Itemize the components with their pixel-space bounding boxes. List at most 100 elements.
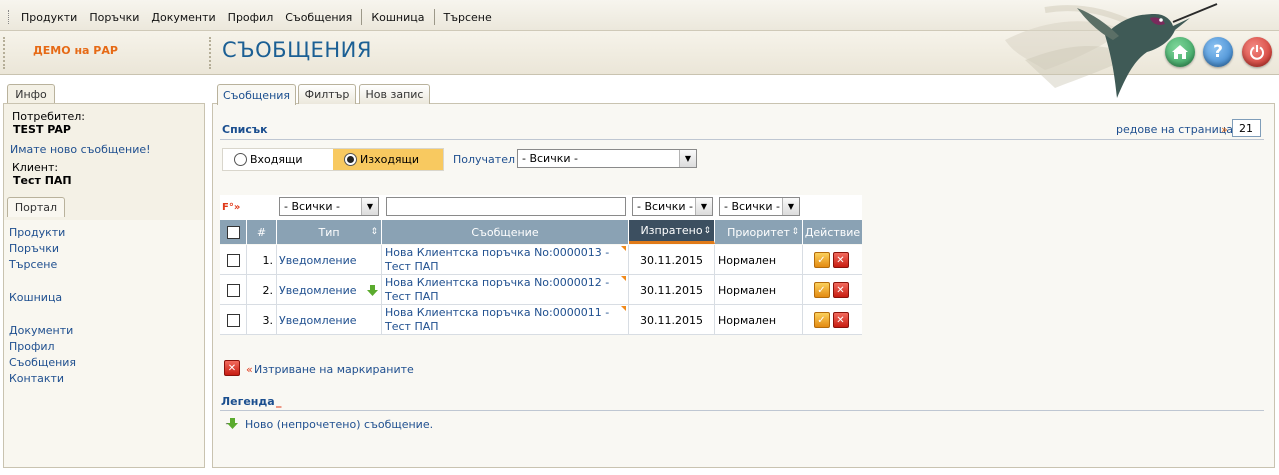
edit-icon[interactable]: ✓ [813, 282, 830, 298]
delete-icon[interactable]: ✕ [832, 282, 849, 298]
list-divider [220, 139, 1264, 140]
legend-title-suffix: _ [276, 395, 282, 408]
left-panel: Потребител: TEST PAP Имате ново съобщени… [3, 103, 205, 468]
new-message-link[interactable]: Имате ново съобщение! [10, 143, 151, 156]
home-button[interactable] [1165, 37, 1195, 67]
row-type: Уведомление [279, 253, 357, 267]
menu-item-search[interactable]: Търсене [438, 11, 498, 24]
portal-link-orders[interactable]: Поръчки [9, 242, 59, 255]
column-header-number: # [247, 220, 277, 244]
type-filter-select[interactable]: - Всички - ▼ [279, 197, 379, 216]
tab-messages[interactable]: Съобщения [217, 84, 296, 105]
recipient-select[interactable]: - Всички - ▼ [517, 149, 697, 168]
row-type-cell[interactable]: Уведомление [277, 245, 382, 275]
rows-per-page-label[interactable]: редове на страница [1116, 123, 1233, 136]
row-type-cell[interactable]: Уведомление [277, 305, 382, 335]
note-corner-icon [621, 276, 626, 281]
client-name: Тест ПАП [13, 174, 72, 187]
row-actions: ✓ ✕ [803, 245, 862, 275]
portal-link-search[interactable]: Търсене [9, 258, 57, 271]
menu-grip [8, 10, 11, 24]
sort-icon: ⇕ [370, 227, 378, 237]
row-message-cell[interactable]: Нова Клиентска поръчка No:0000013 - Тест… [382, 245, 629, 275]
priority-filter-select[interactable]: - Всички - ▼ [719, 197, 800, 216]
tab-filter[interactable]: Филтър [298, 84, 356, 104]
column-header-priority[interactable]: Приоритет ⇕ [715, 220, 803, 244]
column-header-action: Действие [803, 220, 862, 244]
row-type: Уведомление [279, 313, 357, 327]
column-header-sent[interactable]: Изпратено ⇕ [629, 220, 715, 244]
tab-new-record[interactable]: Нов запис [359, 84, 430, 104]
menu-item-cart[interactable]: Кошница [365, 11, 430, 24]
message-filter-input[interactable] [386, 197, 626, 216]
chevron-down-icon: ▼ [782, 198, 799, 215]
menu-item-profile[interactable]: Профил [222, 11, 280, 24]
column-header-message[interactable]: Съобщение [382, 220, 629, 244]
row-sent: 30.11.2015 [629, 245, 715, 275]
row-actions: ✓ ✕ [803, 275, 862, 305]
note-corner-icon [621, 246, 626, 251]
chevron-down-icon: ▼ [361, 198, 378, 215]
column-header-priority-label: Приоритет [727, 225, 790, 239]
row-message: Нова Клиентска поръчка No:0000012 - Тест… [385, 276, 610, 303]
portal-link-products[interactable]: Продукти [9, 226, 65, 239]
row-type-cell[interactable]: Уведомление [277, 275, 382, 305]
page-header: ДЕМО на РАР СЪОБЩЕНИЯ ? [0, 3, 1279, 98]
rows-per-page-input[interactable]: 21 [1232, 119, 1261, 137]
radio-incoming-dot [234, 153, 247, 166]
menu-item-orders[interactable]: Поръчки [83, 11, 145, 24]
row-checkbox[interactable] [226, 283, 240, 297]
help-button[interactable]: ? [1203, 37, 1233, 67]
type-filter-value: - Всички - [284, 200, 340, 213]
portal-link-messages[interactable]: Съобщения [9, 356, 76, 369]
row-number: 2. [247, 275, 277, 305]
delete-marked-arrows: « [246, 363, 253, 376]
menu-separator [433, 9, 435, 25]
row-message-cell[interactable]: Нова Клиентска поръчка No:0000012 - Тест… [382, 275, 629, 305]
tab-info[interactable]: Инфо [7, 84, 55, 104]
menu-item-products[interactable]: Продукти [15, 11, 83, 24]
column-header-type[interactable]: Тип ⇕ [277, 220, 382, 244]
sent-filter-select[interactable]: - Всички - ▼ [632, 197, 713, 216]
row-message-cell[interactable]: Нова Клиентска поръчка No:0000011 - Тест… [382, 305, 629, 335]
row-number: 1. [247, 245, 277, 275]
portal-link-profile[interactable]: Профил [9, 340, 55, 353]
menu-item-documents[interactable]: Документи [145, 11, 221, 24]
sent-filter-value: - Всички - [637, 200, 693, 213]
top-menu: Продукти Поръчки Документи Профил Съобще… [8, 9, 498, 25]
rows-per-page-arrows: » [1221, 123, 1228, 136]
radio-outgoing-dot [344, 153, 357, 166]
row-number: 3. [247, 305, 277, 335]
menu-item-messages[interactable]: Съобщения [279, 11, 358, 24]
portal-link-contacts[interactable]: Контакти [9, 372, 64, 385]
tab-portal[interactable]: Портал [7, 197, 65, 217]
help-icon: ? [1213, 42, 1223, 62]
portal-link-cart[interactable]: Кошница [9, 291, 62, 304]
row-type: Уведомление [279, 283, 357, 297]
radio-outgoing[interactable]: Изходящи [333, 149, 443, 170]
delete-icon[interactable]: ✕ [832, 312, 849, 328]
row-priority: Нормален [715, 245, 803, 275]
column-header-sent-label: Изпратено [640, 224, 703, 237]
portal-link-documents[interactable]: Документи [9, 324, 73, 337]
row-message: Нова Клиентска поръчка No:0000011 - Тест… [385, 306, 610, 333]
recipient-label: Получател [453, 153, 515, 166]
edit-icon[interactable]: ✓ [813, 312, 830, 328]
row-checkbox[interactable] [226, 253, 240, 267]
radio-incoming-label: Входящи [250, 153, 303, 166]
delete-marked-icon[interactable]: ✕ [224, 360, 240, 376]
header-grip [209, 37, 213, 69]
delete-marked-link[interactable]: Изтриване на маркираните [254, 363, 414, 376]
logout-button[interactable] [1242, 37, 1272, 67]
select-all-checkbox[interactable] [226, 225, 240, 239]
delete-icon[interactable]: ✕ [832, 252, 849, 268]
user-label: Потребител: [12, 110, 86, 123]
column-header-type-label: Тип [318, 225, 340, 239]
radio-incoming[interactable]: Входящи [223, 149, 333, 170]
row-checkbox-cell [220, 275, 247, 305]
edit-icon[interactable]: ✓ [813, 252, 830, 268]
filter-marker[interactable]: F°» [222, 202, 240, 213]
row-checkbox[interactable] [226, 313, 240, 327]
direction-radio-group: Входящи Изходящи [222, 148, 444, 171]
note-corner-icon [621, 306, 626, 311]
